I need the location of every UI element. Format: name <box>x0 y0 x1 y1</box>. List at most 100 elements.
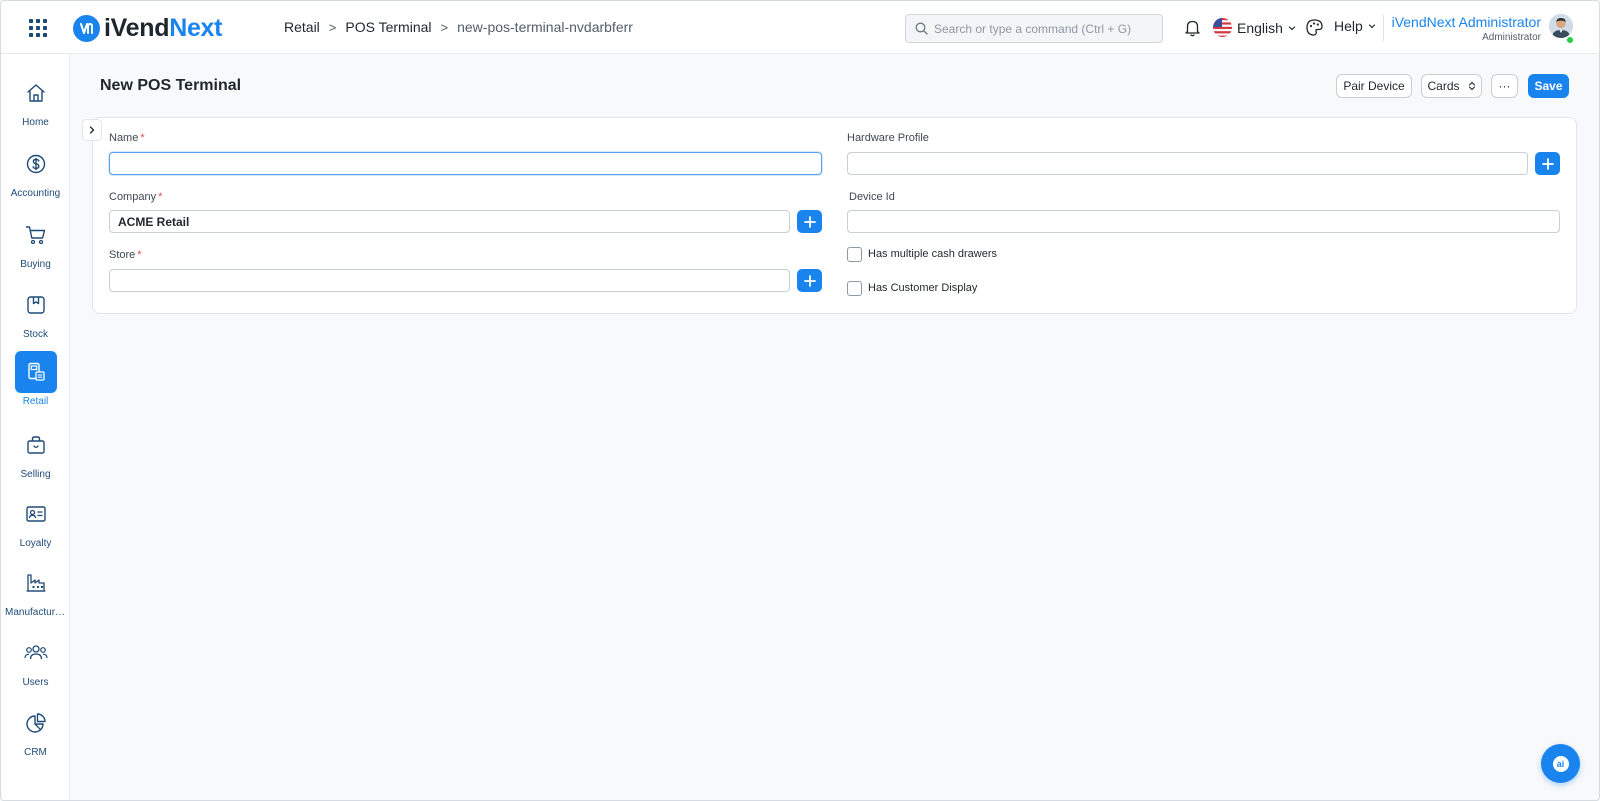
top-navbar: iVendNext Retail > POS Terminal > new-po… <box>1 1 1599 54</box>
sidebar-toggle[interactable] <box>82 119 102 141</box>
user-menu[interactable]: iVendNext Administrator Administrator <box>1392 14 1541 43</box>
breadcrumb-retail[interactable]: Retail <box>284 19 320 35</box>
sidebar-icon-box <box>15 702 57 744</box>
sidebar-item-loyalty[interactable]: Loyalty <box>1 493 70 561</box>
hardware-profile-input[interactable] <box>847 152 1528 175</box>
device-id-label: Device Id <box>849 191 895 203</box>
has-multiple-cash-drawers-checkbox[interactable] <box>847 247 862 262</box>
ai-icon: ai <box>1552 755 1569 772</box>
plus-icon <box>1541 157 1554 170</box>
required-asterisk: * <box>137 249 142 261</box>
sidebar-item-label: Loyalty <box>19 538 52 549</box>
sidebar-item-label: Manufacturing <box>5 607 69 618</box>
notification-bell-icon[interactable] <box>1183 18 1202 37</box>
name-label-text: Name <box>109 132 139 144</box>
name-input[interactable] <box>109 152 822 175</box>
company-input[interactable] <box>109 210 790 233</box>
store-label: Store * <box>109 249 142 261</box>
sidebar: Home Accounting Buying Stock Retail Sell… <box>1 54 70 800</box>
add-store-button[interactable] <box>797 269 822 292</box>
cards-label: Cards <box>1427 79 1460 93</box>
breadcrumb: Retail > POS Terminal > new-pos-terminal… <box>284 19 633 35</box>
us-flag-icon <box>1213 18 1232 37</box>
plus-icon <box>803 215 816 228</box>
required-asterisk: * <box>140 132 145 144</box>
chevron-right-icon: > <box>440 19 449 35</box>
language-selector[interactable]: English <box>1213 18 1297 37</box>
pie-chart-icon <box>25 713 46 733</box>
language-label: English <box>1237 19 1283 36</box>
sidebar-item-manufacturing[interactable]: Manufacturing <box>1 562 70 630</box>
sidebar-item-label: Selling <box>20 469 51 480</box>
add-hardware-profile-button[interactable] <box>1535 152 1560 175</box>
user-name: iVendNext Administrator <box>1391 14 1541 30</box>
save-button[interactable]: Save <box>1528 74 1569 98</box>
sidebar-item-buying[interactable]: Buying <box>1 214 70 282</box>
logo-suffix: Next <box>169 13 223 42</box>
more-actions-button[interactable]: ··· <box>1491 74 1518 98</box>
chevron-down-icon <box>1368 24 1375 29</box>
cards-selector[interactable]: Cards <box>1421 74 1482 98</box>
chevron-right-icon: > <box>328 19 337 35</box>
hardware-profile-label: Hardware Profile <box>847 132 929 144</box>
app-window: iVendNext Retail > POS Terminal > new-po… <box>0 0 1600 801</box>
add-company-button[interactable] <box>797 210 822 233</box>
has-customer-display-checkbox[interactable] <box>847 281 862 296</box>
pos-icon <box>27 362 45 381</box>
box-icon <box>26 296 45 314</box>
sidebar-item-label: Accounting <box>10 188 61 199</box>
palette-icon[interactable] <box>1305 18 1324 37</box>
name-label: Name * <box>109 132 145 144</box>
sidebar-icon-box <box>15 214 57 256</box>
app-logo[interactable]: iVendNext <box>73 14 222 42</box>
page-title: New POS Terminal <box>100 77 242 94</box>
chevron-down-icon <box>1288 25 1296 30</box>
ai-assistant-button[interactable]: ai <box>1541 744 1580 783</box>
cart-icon <box>25 226 45 245</box>
sidebar-item-label: Stock <box>22 329 48 340</box>
sidebar-item-label: Retail <box>22 396 49 407</box>
logo-prefix: iVend <box>104 13 170 42</box>
pair-device-button[interactable]: Pair Device <box>1336 74 1412 98</box>
has-customer-display-label: Has Customer Display <box>868 282 978 294</box>
online-status-dot <box>1566 36 1574 44</box>
sidebar-icon-box <box>15 143 57 185</box>
avatar[interactable] <box>1549 14 1573 38</box>
sidebar-item-users[interactable]: Users <box>1 632 70 700</box>
sidebar-item-label: CRM <box>24 747 47 758</box>
user-role: Administrator <box>1482 32 1541 43</box>
search-input[interactable] <box>934 21 1154 36</box>
store-label-text: Store <box>109 249 136 261</box>
device-id-input[interactable] <box>847 210 1560 233</box>
sidebar-item-crm[interactable]: CRM <box>1 702 70 770</box>
app-grid-icon[interactable] <box>28 18 48 38</box>
sort-arrows-icon <box>1468 81 1475 91</box>
company-label-text: Company <box>109 191 157 203</box>
help-label: Help <box>1334 18 1363 34</box>
store-input[interactable] <box>109 269 790 292</box>
sidebar-icon-box <box>15 632 57 674</box>
home-icon <box>26 84 45 102</box>
sidebar-icon-box <box>15 493 57 535</box>
sidebar-item-label: Users <box>22 677 49 688</box>
sidebar-icon-box <box>15 284 57 326</box>
breadcrumb-current: new-pos-terminal-nvdarbferr <box>457 19 633 35</box>
sidebar-item-selling[interactable]: Selling <box>1 424 70 492</box>
breadcrumb-pos-terminal[interactable]: POS Terminal <box>345 19 431 35</box>
sidebar-item-retail[interactable]: Retail <box>1 351 70 419</box>
required-asterisk: * <box>158 191 163 203</box>
sidebar-item-accounting[interactable]: Accounting <box>1 143 70 211</box>
sidebar-item-home[interactable]: Home <box>1 72 70 140</box>
plus-icon <box>803 274 816 287</box>
search-icon <box>915 22 928 35</box>
header-divider <box>1383 15 1384 41</box>
logo-text: iVendNext <box>104 14 222 43</box>
id-card-icon <box>25 506 46 522</box>
sidebar-icon-box <box>15 72 57 114</box>
dollar-icon <box>26 154 45 174</box>
sidebar-icon-box <box>15 562 57 604</box>
sidebar-item-stock[interactable]: Stock <box>1 284 70 352</box>
search-bar[interactable] <box>905 14 1163 43</box>
users-icon <box>23 645 48 660</box>
help-menu[interactable]: Help <box>1334 18 1377 34</box>
